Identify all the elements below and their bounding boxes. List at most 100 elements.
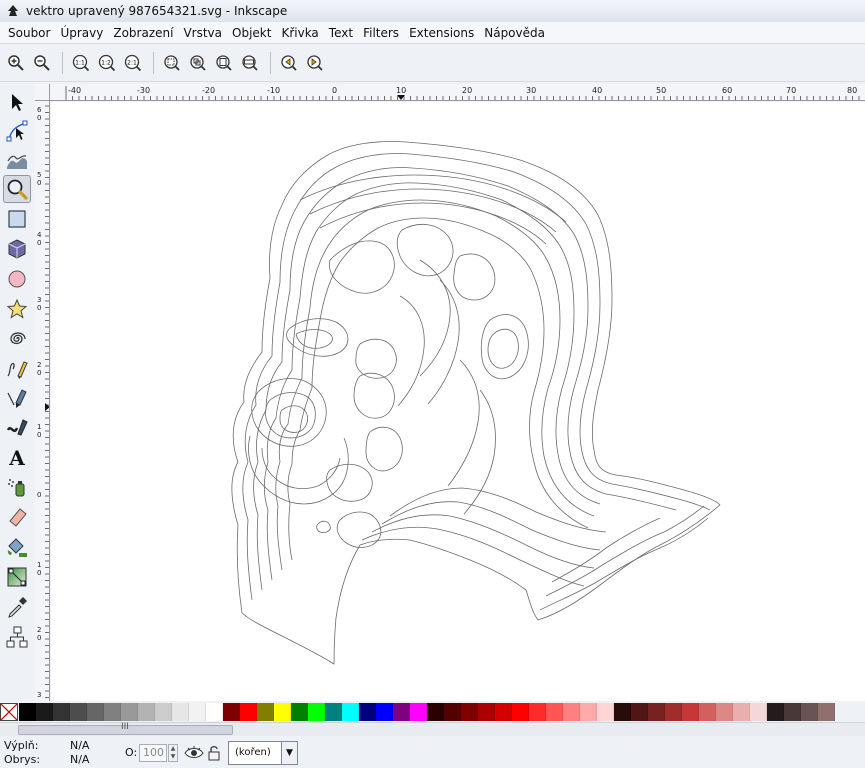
palette-swatch[interactable] (359, 703, 376, 721)
menu-objekt[interactable]: Objekt (228, 26, 275, 40)
zoom-previous-button[interactable] (277, 51, 301, 75)
palette-swatch[interactable] (121, 703, 138, 721)
palette-swatch[interactable] (342, 703, 359, 721)
zoom-drawing-button[interactable] (186, 51, 210, 75)
zoom-2-1-button[interactable]: 2:1 (121, 51, 145, 75)
zoom-in-button[interactable] (4, 51, 28, 75)
zoom-tool[interactable] (3, 175, 31, 203)
palette-swatch[interactable] (733, 703, 750, 721)
palette-swatch[interactable] (36, 703, 53, 721)
palette-swatch[interactable] (614, 703, 631, 721)
zoom-1-1-button[interactable]: 1:1 (69, 51, 93, 75)
palette-swatch[interactable] (223, 703, 240, 721)
selector-tool[interactable] (3, 88, 31, 116)
palette-swatch[interactable] (104, 703, 121, 721)
no-paint-swatch[interactable] (0, 703, 18, 721)
palette-swatch[interactable] (461, 703, 478, 721)
palette-swatch[interactable] (325, 703, 342, 721)
palette-swatch[interactable] (801, 703, 818, 721)
menu-soubor[interactable]: Soubor (4, 26, 54, 40)
opacity-input[interactable]: 100 (139, 744, 167, 762)
palette-swatch[interactable] (767, 703, 784, 721)
palette-swatch[interactable] (172, 703, 189, 721)
eraser-tool[interactable] (3, 503, 31, 531)
lock-toggle[interactable] (207, 745, 221, 764)
zoom-selection-button[interactable] (160, 51, 184, 75)
zoom-1-2-button[interactable]: 1:2 (95, 51, 119, 75)
zoom-next-button[interactable] (303, 51, 327, 75)
palette-swatch[interactable] (716, 703, 733, 721)
opacity-spinner[interactable]: ▲ ▼ (168, 744, 178, 762)
palette-swatch[interactable] (274, 703, 291, 721)
palette-swatch[interactable] (512, 703, 529, 721)
menu-filters[interactable]: Filters (359, 26, 403, 40)
palette-swatch[interactable] (308, 703, 325, 721)
paint-bucket-tool[interactable] (3, 533, 31, 561)
palette-swatch[interactable] (784, 703, 801, 721)
palette-swatch[interactable] (699, 703, 716, 721)
palette-swatch[interactable] (546, 703, 563, 721)
palette-swatch[interactable] (495, 703, 512, 721)
connector-tool[interactable] (3, 623, 31, 651)
tweak-tool[interactable] (3, 146, 31, 174)
menu-upravy[interactable]: Úpravy (56, 26, 107, 40)
visibility-toggle[interactable] (184, 745, 204, 764)
palette-swatch[interactable] (206, 703, 223, 721)
menu-krivka[interactable]: Křivka (277, 26, 322, 40)
drawing-canvas[interactable] (51, 102, 865, 701)
node-tool[interactable] (3, 117, 31, 145)
palette-swatch[interactable] (70, 703, 87, 721)
palette-swatch[interactable] (597, 703, 614, 721)
horizontal-ruler[interactable]: -40 -30 -20 -10 0 10 20 30 40 50 60 70 80 (50, 84, 865, 101)
zoom-page-width-button[interactable] (238, 51, 262, 75)
horizontal-scrollbar[interactable]: III (0, 722, 865, 736)
palette-swatch[interactable] (189, 703, 206, 721)
spiral-tool[interactable] (3, 325, 31, 353)
palette-swatch[interactable] (427, 703, 444, 721)
star-tool[interactable] (3, 295, 31, 323)
palette-swatch[interactable] (155, 703, 172, 721)
palette-swatch[interactable] (240, 703, 257, 721)
palette-swatch[interactable] (563, 703, 580, 721)
palette-swatch[interactable] (818, 703, 835, 721)
palette-swatch[interactable] (665, 703, 682, 721)
rectangle-tool[interactable] (3, 205, 31, 233)
menu-zobrazeni[interactable]: Zobrazení (109, 26, 177, 40)
palette-swatch[interactable] (750, 703, 767, 721)
palette-swatch[interactable] (631, 703, 648, 721)
zoom-page-button[interactable] (212, 51, 236, 75)
palette-swatch[interactable] (53, 703, 70, 721)
ellipse-tool[interactable] (3, 265, 31, 293)
menu-extensions[interactable]: Extensions (405, 26, 478, 40)
palette-swatch[interactable] (19, 703, 36, 721)
stroke-value[interactable]: N/A (70, 753, 89, 766)
layer-dropdown[interactable]: (kořen) ▼ (228, 741, 298, 765)
palette-swatch[interactable] (393, 703, 410, 721)
3d-box-tool[interactable] (3, 235, 31, 263)
text-tool[interactable]: A (3, 443, 31, 471)
dropper-tool[interactable] (3, 593, 31, 621)
spray-tool[interactable] (3, 473, 31, 501)
palette-swatch[interactable] (444, 703, 461, 721)
fill-value[interactable]: N/A (70, 739, 89, 752)
palette-swatch[interactable] (478, 703, 495, 721)
scrollbar-thumb[interactable]: III (18, 722, 233, 735)
menu-vrstva[interactable]: Vrstva (179, 26, 226, 40)
palette-swatch[interactable] (138, 703, 155, 721)
menu-text[interactable]: Text (325, 26, 357, 40)
palette-swatch[interactable] (648, 703, 665, 721)
palette-swatch[interactable] (580, 703, 597, 721)
menu-napoveda[interactable]: Nápověda (480, 26, 549, 40)
vertical-ruler[interactable]: 605040302010010203 (35, 101, 50, 701)
gradient-tool[interactable] (3, 563, 31, 591)
palette-swatch[interactable] (257, 703, 274, 721)
palette-swatch[interactable] (376, 703, 393, 721)
zoom-out-button[interactable] (30, 51, 54, 75)
pen-tool[interactable] (3, 384, 31, 412)
palette-swatch[interactable] (410, 703, 427, 721)
palette-swatch[interactable] (87, 703, 104, 721)
calligraphy-tool[interactable] (3, 413, 31, 441)
palette-swatch[interactable] (529, 703, 546, 721)
palette-swatch[interactable] (291, 703, 308, 721)
palette-swatch[interactable] (682, 703, 699, 721)
